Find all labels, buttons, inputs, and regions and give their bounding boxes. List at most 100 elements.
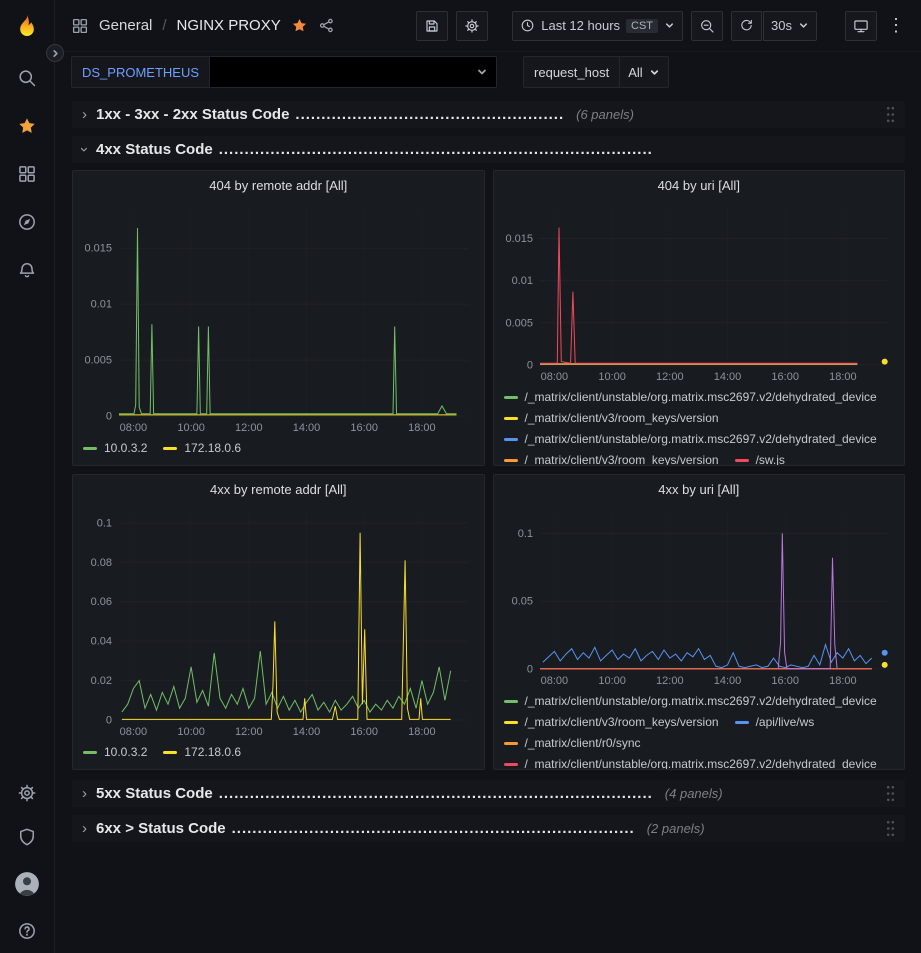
legend-item[interactable]: 172.18.0.6: [163, 438, 241, 459]
sidebar-item-configuration[interactable]: [17, 783, 37, 803]
panel-legend: /_matrix/client/unstable/org.matrix.msc2…: [494, 689, 905, 769]
svg-text:16:00: 16:00: [771, 371, 799, 383]
ds-prometheus-value-dropdown[interactable]: [210, 56, 497, 88]
legend-item[interactable]: /_matrix/client/unstable/org.matrix.msc2…: [504, 754, 877, 769]
svg-text:0: 0: [526, 360, 532, 372]
legend-item[interactable]: /_matrix/client/unstable/org.matrix.msc2…: [504, 691, 877, 712]
timeseries-chart[interactable]: 08:0010:0012:0014:0016:0018:0000.050.1: [494, 505, 905, 689]
legend-label: /_matrix/client/v3/room_keys/version: [525, 408, 719, 429]
breadcrumb-title[interactable]: NGINX PROXY: [177, 17, 281, 34]
panel-title[interactable]: 4xx by remote addr [All]: [73, 475, 484, 505]
row-header-6xx[interactable]: › 6xx > Status Code.....................…: [72, 815, 905, 842]
apps-grid-icon: [71, 17, 89, 35]
timeseries-chart[interactable]: 08:0010:0012:0014:0016:0018:0000.0050.01…: [494, 201, 905, 385]
request-host-label[interactable]: request_host: [523, 56, 620, 88]
legend-label: /_matrix/client/v3/room_keys/version: [525, 712, 719, 733]
star-icon: [17, 116, 37, 136]
legend-item[interactable]: /_matrix/client/v3/room_keys/version: [504, 450, 719, 465]
svg-text:08:00: 08:00: [120, 422, 148, 434]
dashboard-settings-button[interactable]: [456, 11, 488, 41]
svg-text:0.1: 0.1: [97, 517, 112, 529]
row-header-4xx[interactable]: › 4xx Status Code.......................…: [72, 136, 905, 163]
svg-text:10:00: 10:00: [177, 726, 205, 738]
sidebar-item-alerting[interactable]: [17, 260, 37, 280]
legend-item[interactable]: 172.18.0.6: [163, 742, 241, 763]
svg-text:14:00: 14:00: [293, 422, 321, 434]
chevron-right-icon: ›: [82, 107, 87, 122]
refresh-interval-dropdown[interactable]: 30s: [763, 11, 817, 41]
legend-swatch: [83, 751, 97, 754]
legend-label: /_matrix/client/v3/room_keys/version: [525, 450, 719, 465]
legend-swatch: [163, 447, 177, 450]
sidebar-item-search[interactable]: [17, 68, 37, 88]
panel-404-by-remote-addr: 404 by remote addr [All] 08:0010:0012:00…: [72, 170, 485, 466]
legend-swatch: [504, 721, 518, 724]
tv-mode-button[interactable]: [845, 11, 877, 41]
row-drag-handle[interactable]: [884, 783, 897, 804]
main-area: General / NGINX PROXY: [55, 0, 921, 953]
row-header-5xx[interactable]: › 5xx Status Code.......................…: [72, 780, 905, 807]
legend-label: /sw.js: [756, 450, 785, 465]
sidebar-item-explore[interactable]: [17, 212, 37, 232]
sidebar-item-profile[interactable]: [14, 871, 40, 897]
caret-down-icon: [798, 20, 809, 31]
toolbar-actions: Last 12 hours CST 30s: [416, 11, 907, 41]
legend-item[interactable]: /_matrix/client/v3/room_keys/version: [504, 408, 719, 429]
legend-item[interactable]: /_matrix/client/r0/sync: [504, 733, 641, 754]
legend-item[interactable]: /api/live/ws: [735, 712, 815, 733]
panel-title[interactable]: 4xx by uri [All]: [494, 475, 905, 505]
svg-text:0.06: 0.06: [91, 596, 112, 608]
legend-swatch: [163, 751, 177, 754]
legend-item[interactable]: 10.0.3.2: [83, 742, 147, 763]
legend-item[interactable]: /_matrix/client/v3/room_keys/version: [504, 712, 719, 733]
refresh-button[interactable]: [731, 11, 762, 41]
svg-text:18:00: 18:00: [829, 675, 857, 687]
kebab-menu-button[interactable]: ⋮: [885, 11, 907, 41]
ds-prometheus-label[interactable]: DS_PROMETHEUS: [71, 56, 210, 88]
legend-label: /_matrix/client/unstable/org.matrix.msc2…: [525, 691, 877, 712]
sidebar-item-starred[interactable]: [17, 116, 37, 136]
sidebar-expand-button[interactable]: [46, 44, 64, 62]
panel-title[interactable]: 404 by uri [All]: [494, 171, 905, 201]
legend-row: /_matrix/client/v3/room_keys/version/api…: [504, 712, 895, 733]
request-host-value-dropdown[interactable]: All: [620, 56, 668, 88]
drag-dots-icon: [886, 785, 895, 802]
row-drag-handle[interactable]: [884, 104, 897, 125]
legend-label: 172.18.0.6: [184, 742, 241, 763]
zoom-out-button[interactable]: [691, 11, 723, 41]
row-title: 4xx Status Code.........................…: [96, 141, 653, 158]
sidebar-item-server-admin[interactable]: [17, 827, 37, 847]
chart-svg: 08:0010:0012:0014:0016:0018:0000.020.040…: [73, 505, 484, 740]
timezone-badge: CST: [626, 19, 658, 33]
timeseries-chart[interactable]: 08:0010:0012:0014:0016:0018:0000.020.040…: [73, 505, 484, 740]
share-icon[interactable]: [318, 17, 335, 34]
grafana-logo-icon[interactable]: [9, 10, 45, 46]
legend-item[interactable]: /_matrix/client/unstable/org.matrix.msc2…: [504, 387, 877, 408]
time-range-picker[interactable]: Last 12 hours CST: [512, 11, 683, 41]
svg-text:12:00: 12:00: [656, 371, 684, 383]
save-dashboard-button[interactable]: [416, 11, 448, 41]
legend-item[interactable]: 10.0.3.2: [83, 438, 147, 459]
panel-legend: 10.0.3.2 172.18.0.6: [73, 436, 484, 465]
svg-text:16:00: 16:00: [771, 675, 799, 687]
refresh-icon: [739, 18, 754, 33]
legend-label: /_matrix/client/r0/sync: [525, 733, 641, 754]
timeseries-chart[interactable]: 08:0010:0012:0014:0016:0018:0000.0050.01…: [73, 201, 484, 436]
panel-title[interactable]: 404 by remote addr [All]: [73, 171, 484, 201]
refresh-interval-label: 30s: [771, 18, 792, 33]
legend-swatch: [504, 417, 518, 420]
row-header-1xx-3xx-2xx[interactable]: › 1xx - 3xx - 2xx Status Code...........…: [72, 101, 905, 128]
row-panel-count: (4 panels): [665, 786, 723, 801]
row-title-dots: ........................................…: [232, 820, 635, 837]
breadcrumb-section[interactable]: General: [99, 17, 152, 34]
sidebar: [0, 0, 55, 953]
legend-item[interactable]: /_matrix/client/unstable/org.matrix.msc2…: [504, 429, 877, 450]
sidebar-bottom-nav: [14, 783, 40, 945]
sidebar-item-help[interactable]: [17, 921, 37, 941]
row-drag-handle[interactable]: [884, 818, 897, 839]
favorite-star-icon[interactable]: [291, 17, 308, 34]
search-icon: [17, 68, 37, 88]
legend-row: /_matrix/client/r0/sync: [504, 733, 895, 754]
sidebar-item-dashboards[interactable]: [17, 164, 37, 184]
legend-item[interactable]: /sw.js: [735, 450, 785, 465]
